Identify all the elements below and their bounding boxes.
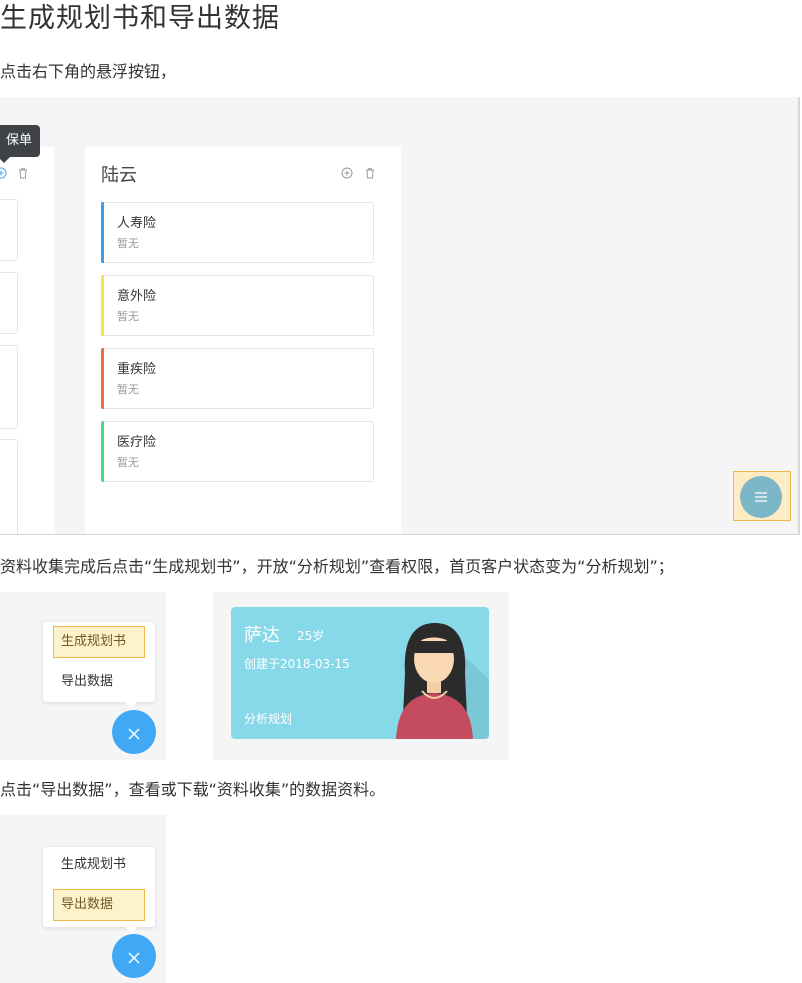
customer-card-luyun: 陆云 人寿险 暂无 意外险 暂无 重疾险 暂无 医疗险 暂无: [85, 147, 401, 534]
tooltip-policy: 保单: [0, 125, 40, 163]
close-button[interactable]: [112, 710, 156, 754]
fab-menu: 生成规划书 导出数据: [43, 622, 155, 708]
color-bar: [101, 348, 104, 409]
policy-card-partial[interactable]: 付 付: [0, 345, 18, 429]
insurance-status: 暂无: [117, 237, 139, 250]
insurance-name: 医疗险: [117, 435, 157, 450]
policy-card-partial[interactable]: [0, 272, 18, 334]
menu-arrow: [125, 702, 137, 708]
insurance-status: 暂无: [117, 310, 139, 323]
menu-arrow: [125, 927, 137, 933]
floating-menu-button[interactable]: [740, 476, 782, 518]
add-icon[interactable]: [0, 167, 7, 179]
color-bar: [101, 202, 104, 263]
menu-item-export-data[interactable]: 导出数据: [53, 666, 145, 698]
menu-item-generate-plan[interactable]: 生成规划书: [53, 849, 145, 881]
created-date: 创建于2018-03-15: [244, 657, 350, 671]
fab-menu: 生成规划书 导出数据: [43, 847, 155, 933]
close-icon: [128, 951, 140, 964]
insurance-item[interactable]: 人寿险 暂无: [101, 202, 374, 263]
insurance-item[interactable]: 重疾险 暂无: [101, 348, 374, 409]
insurance-name: 意外险: [117, 289, 157, 304]
menu-item-export-data[interactable]: 导出数据: [53, 889, 145, 921]
customer-card[interactable]: 萨达 25岁 创建于2018-03-15 分析规划: [231, 607, 489, 739]
step1-text: 点击右下角的悬浮按钮，: [0, 62, 177, 81]
color-bar: [101, 275, 104, 336]
customer-age: 25岁: [297, 629, 325, 643]
insurance-name: 重疾险: [117, 362, 157, 377]
menu-screenshot-export: 生成规划书 导出数据: [0, 815, 166, 983]
menu-item-generate-plan[interactable]: 生成规划书: [53, 626, 145, 658]
policy-card-partial[interactable]: 付 偿 偿: [0, 439, 18, 534]
customer-name: 萨达: [244, 625, 280, 646]
insurance-item[interactable]: 意外险 暂无: [101, 275, 374, 336]
customer-name: 陆云: [101, 165, 137, 186]
insurance-status: 暂无: [117, 383, 139, 396]
customer-status: 分析规划: [244, 712, 293, 726]
trash-icon[interactable]: [364, 167, 376, 179]
policy-card-partial[interactable]: 付: [0, 199, 18, 261]
step2-text: 资料收集完成后点击“生成规划书”，开放“分析规划”查看权限，首页客户状态变为“分…: [0, 557, 674, 576]
left-customer-column: 付 付 付 付 偿 偿: [0, 147, 54, 534]
close-button[interactable]: [112, 934, 156, 978]
trash-icon[interactable]: [17, 167, 29, 179]
step3-text: 点击“导出数据”，查看或下载“资料收集”的数据资料。: [0, 780, 386, 799]
insurance-status: 暂无: [117, 456, 139, 469]
color-bar: [101, 421, 104, 482]
customer-policy-panel: 付 付 付 付 偿 偿 保单 陆云 人寿险 暂无 意外险 暂无: [0, 97, 800, 535]
insurance-item[interactable]: 医疗险 暂无: [101, 421, 374, 482]
menu-screenshot-generate: 生成规划书 导出数据: [0, 592, 166, 760]
customer-card-screenshot: 萨达 25岁 创建于2018-03-15 分析规划: [213, 592, 509, 760]
add-icon[interactable]: [341, 167, 353, 179]
close-icon: [128, 727, 140, 740]
insurance-name: 人寿险: [117, 216, 157, 231]
page-title: 生成规划书和导出数据: [0, 3, 280, 34]
menu-icon: [755, 492, 767, 502]
panel-edge: [798, 97, 800, 534]
